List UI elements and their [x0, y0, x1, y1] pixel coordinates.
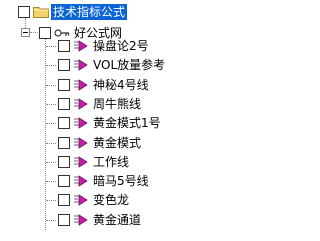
formula-item-label[interactable]: VOL放量参考: [91, 57, 167, 73]
tree-line-group: [30, 32, 38, 34]
formula-icon: [74, 194, 88, 206]
formula-icon: [74, 40, 88, 52]
tree-line-item: [46, 85, 56, 87]
item-checkbox[interactable]: [58, 175, 70, 187]
formula-icon: [74, 137, 88, 149]
tree-line-item: [46, 65, 56, 67]
formula-item-label[interactable]: 操盘论2号: [91, 38, 151, 54]
tree-root-label[interactable]: 技术指标公式: [51, 4, 128, 20]
tree-line-item: [46, 162, 56, 164]
formula-item-label[interactable]: 黄金通道: [91, 212, 143, 228]
item-checkbox[interactable]: [58, 214, 70, 226]
folder-icon: [33, 7, 49, 18]
tree-line-item: [46, 200, 56, 202]
item-checkbox[interactable]: [58, 137, 70, 149]
tree-line-item: [46, 181, 56, 183]
item-checkbox[interactable]: [58, 40, 70, 52]
formula-tree: 技术指标公式 好公式网 操盘论2号 VOL放量参考 神秘4号线 周牛熊线 黄金模式1号黄…: [0, 0, 270, 241]
formula-item-label[interactable]: 黄金模式: [91, 135, 143, 151]
formula-icon: [74, 59, 88, 71]
formula-item-label[interactable]: 神秘4号线: [91, 77, 151, 93]
formula-icon: [74, 98, 88, 110]
formula-icon: [74, 117, 88, 129]
tree-line-item: [46, 123, 56, 125]
tree-line-item: [46, 46, 56, 48]
item-checkbox[interactable]: [58, 194, 70, 206]
formula-icon: [74, 79, 88, 91]
item-checkbox[interactable]: [58, 98, 70, 110]
formula-icon: [74, 214, 88, 226]
item-checkbox[interactable]: [58, 117, 70, 129]
item-checkbox[interactable]: [58, 79, 70, 91]
item-checkbox[interactable]: [58, 156, 70, 168]
formula-item-label[interactable]: 周牛熊线: [91, 96, 143, 112]
group-checkbox[interactable]: [39, 27, 51, 39]
group-expander[interactable]: [21, 28, 30, 37]
formula-icon: [74, 175, 88, 187]
root-checkbox[interactable]: [18, 6, 30, 18]
formula-item-label[interactable]: 暗马5号线: [91, 173, 151, 189]
formula-icon: [74, 156, 88, 168]
tree-line-item: [46, 104, 56, 106]
formula-item-label[interactable]: 变色龙: [91, 192, 131, 208]
tree-line-item: [46, 143, 56, 145]
key-icon: [54, 29, 70, 37]
formula-item-label[interactable]: 黄金模式1号: [91, 115, 163, 131]
tree-line-item: [46, 220, 56, 222]
item-checkbox[interactable]: [58, 59, 70, 71]
formula-item-label[interactable]: 工作线: [91, 154, 131, 170]
